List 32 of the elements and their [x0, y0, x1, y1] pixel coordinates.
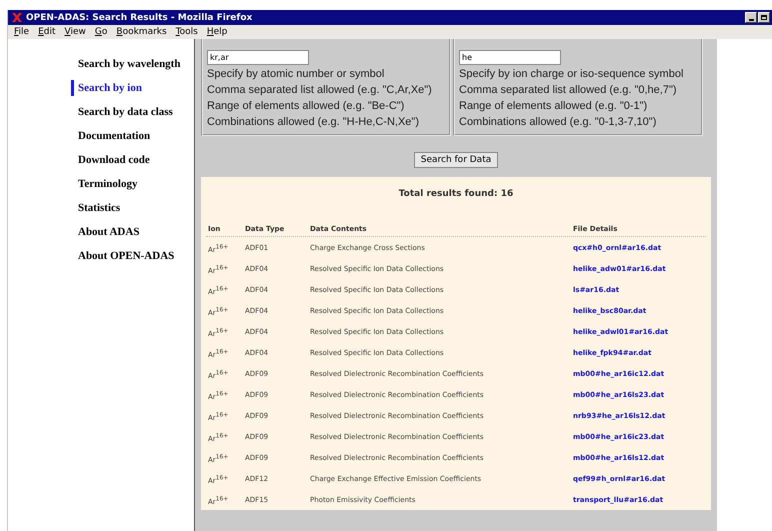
nav-link[interactable]: Documentation — [71, 124, 194, 148]
hint-text: Range of elements allowed (e.g. "0-1") — [459, 99, 648, 114]
hint-text: Combinations allowed (e.g. "H-He,C-N,Xe") — [207, 115, 420, 130]
nav-link[interactable]: Search by ion — [71, 76, 194, 100]
search-button[interactable]: Search for Data — [414, 152, 498, 168]
nav-link[interactable]: Search by wavelength — [71, 52, 194, 76]
menu-item[interactable]: Go — [94, 27, 108, 37]
window-title: OPEN-ADAS: Search Results - Mozilla Firefox — [26, 12, 252, 22]
minimize-button[interactable] — [745, 12, 757, 23]
menu-item[interactable]: File — [14, 27, 30, 37]
menu-item[interactable]: Edit — [38, 27, 56, 37]
nav-link[interactable]: Download code — [71, 148, 194, 172]
menu-item[interactable]: Help — [206, 27, 228, 37]
nav-link[interactable]: Search by data class — [71, 100, 194, 124]
nav-link[interactable]: Statistics — [71, 196, 194, 220]
maximize-button[interactable] — [758, 12, 770, 23]
x-logo-icon — [12, 13, 22, 22]
nav-link[interactable]: About OPEN-ADAS — [71, 244, 194, 268]
menu-item[interactable]: View — [64, 27, 86, 37]
nav-link[interactable]: About ADAS — [71, 220, 194, 244]
menu-item[interactable]: Bookmarks — [116, 27, 167, 37]
hint-text: Comma separated list allowed (e.g. "0,he,7") — [459, 83, 678, 98]
results-count: Total results found: 16 — [398, 189, 514, 199]
menu-item[interactable]: Tools — [176, 27, 198, 37]
hint-text: Specify by ion charge or iso-sequence symbol — [459, 67, 684, 82]
hint-text: Range of elements allowed (e.g. "Be-C") — [207, 99, 406, 114]
hint-text: Specify by atomic number or symbol — [207, 67, 386, 82]
input-field[interactable]: he — [459, 50, 561, 65]
hint-text: Comma separated list allowed (e.g. "C,Ar,Xe") — [207, 83, 433, 98]
hint-text: Combinations allowed (e.g. "0-1,3-7,10") — [459, 115, 658, 130]
input-field[interactable]: kr,ar — [207, 50, 309, 65]
nav-link[interactable]: Terminology — [71, 172, 194, 196]
